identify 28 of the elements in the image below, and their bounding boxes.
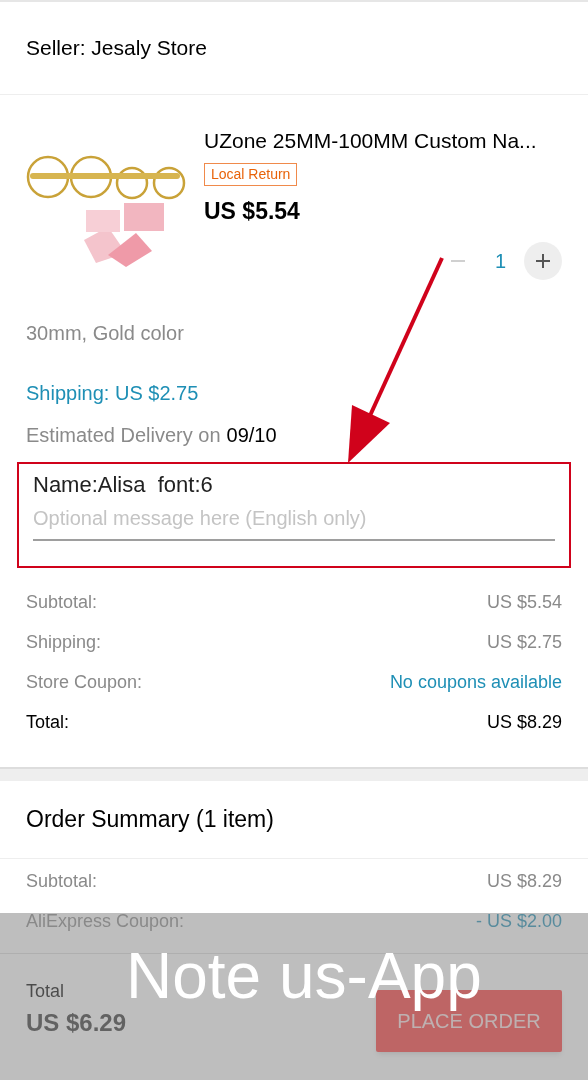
summary-label: Shipping:: [26, 630, 102, 654]
seller-name[interactable]: Seller: Jesaly Store: [26, 32, 207, 64]
increase-button[interactable]: [524, 242, 562, 280]
message-field[interactable]: Optional message here (English only): [33, 503, 555, 541]
summary-value: US $5.54: [486, 590, 562, 614]
delivery-date: 09/10: [226, 423, 277, 448]
summary-value: US $8.29: [486, 869, 562, 893]
product-title[interactable]: UZone 25MM-100MM Custom Na...: [204, 115, 562, 157]
summary-label: Subtotal:: [26, 590, 98, 614]
minus-icon: [450, 260, 465, 262]
order-summary-title: Order Summary (1 item): [26, 805, 274, 835]
summary-label: Subtotal:: [26, 869, 98, 893]
total-label: Total: [26, 980, 66, 1003]
annotation-text: Name:Alisa font:6: [33, 471, 214, 499]
variant-text: 30mm, Gold color: [26, 322, 184, 344]
local-return-badge: Local Return: [204, 162, 298, 186]
summary-label: Store Coupon:: [26, 670, 143, 694]
summary-value: US $8.29: [486, 710, 562, 734]
quantity-value: 1: [494, 249, 506, 274]
summary-label: Total:: [26, 710, 70, 734]
plus-icon: [536, 254, 550, 268]
total-amount: US $6.29: [26, 1008, 127, 1038]
summary-value: US $2.75: [486, 630, 562, 654]
shipping-link[interactable]: Shipping: US $2.75: [26, 382, 199, 404]
delivery-label: Estimated Delivery on: [26, 423, 221, 448]
summary-link[interactable]: - US $2.00: [475, 907, 562, 935]
summary-link[interactable]: No coupons available: [389, 668, 562, 696]
product-price: US $5.54: [204, 196, 301, 226]
